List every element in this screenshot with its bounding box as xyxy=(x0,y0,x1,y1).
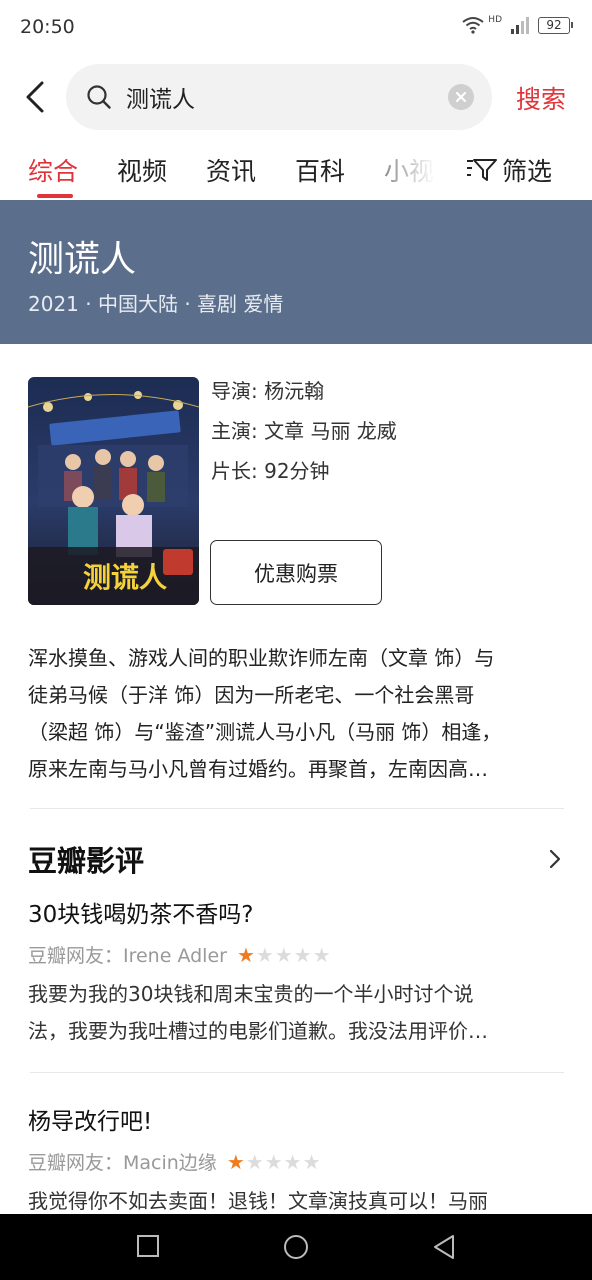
buy-ticket-button[interactable]: 优惠购票 xyxy=(210,540,382,605)
system-nav-bar xyxy=(0,1214,592,1280)
star-icon: ★ xyxy=(312,942,331,967)
synopsis-line: 浑水摸鱼、游戏人间的职业欺诈师左南（文章 饰）与 xyxy=(28,646,495,670)
movie-poster[interactable]: 测谎人 xyxy=(28,377,199,605)
tab-video[interactable]: 视频 xyxy=(117,152,167,188)
filter-icon xyxy=(467,159,497,181)
star-icon: ★ xyxy=(302,1149,321,1174)
tab-small-video[interactable]: 小视 xyxy=(376,140,446,200)
duration-info: 片长: 92分钟 xyxy=(211,459,330,483)
review-author: 豆瓣网友：Irene Adler xyxy=(28,945,227,967)
category-tabs: 综合 视频 资讯 百科 小视 筛选 xyxy=(0,140,592,200)
movie-header-banner: 测谎人 2021 · 中国大陆 · 喜剧 爱情 xyxy=(0,200,592,344)
tab-news[interactable]: 资讯 xyxy=(206,152,256,188)
home-icon[interactable] xyxy=(283,1234,309,1260)
review-title: 杨导改行吧! xyxy=(28,1109,153,1135)
star-rating: ★ ★ ★ ★ ★ xyxy=(237,943,331,967)
synopsis-line: （梁超 饰）与“鉴渣”测谎人马小凡（马丽 饰）相逢， xyxy=(28,720,502,744)
divider xyxy=(30,1072,564,1073)
search-box[interactable] xyxy=(66,64,492,130)
filter-label: 筛选 xyxy=(502,157,553,186)
battery-icon: 92 xyxy=(538,16,573,34)
filter-button[interactable]: 筛选 xyxy=(466,152,552,188)
movie-meta: 2021 · 中国大陆 · 喜剧 爱情 xyxy=(28,292,284,316)
tab-small-video-label: 小视 xyxy=(384,157,435,186)
review-body-line: 我要为我的30块钱和周末宝贵的一个半小时讨个说 xyxy=(28,982,474,1006)
search-icon xyxy=(87,85,111,109)
star-icon: ★ xyxy=(226,1149,245,1174)
status-bar: 20:50 HD 92 xyxy=(0,0,592,56)
star-icon: ★ xyxy=(264,1149,283,1174)
clear-search-icon[interactable] xyxy=(448,84,474,110)
movie-synopsis[interactable]: 浑水摸鱼、游戏人间的职业欺诈师左南（文章 饰）与 徒弟马候（于洋 饰）因为一所老… xyxy=(28,640,568,788)
search-button[interactable]: 搜索 xyxy=(516,80,566,116)
review-meta: 豆瓣网友：Irene Adler ★ ★ ★ ★ ★ xyxy=(28,941,568,968)
signal-icon xyxy=(511,17,529,34)
poster-title-text: 测谎人 xyxy=(83,561,167,594)
tab-comprehensive[interactable]: 综合 xyxy=(28,152,78,188)
review-item[interactable]: 杨导改行吧! 豆瓣网友：Macin边缘 ★ ★ ★ ★ ★ 我觉得你不如去卖面！… xyxy=(28,1102,568,1220)
director-info: 导演: 杨沅翰 xyxy=(211,379,325,403)
status-icons: HD 92 xyxy=(462,15,573,34)
search-input[interactable] xyxy=(126,77,436,117)
review-body-line: 法，我要为我吐槽过的电影们道歉。我没法用评价… xyxy=(28,1019,488,1043)
divider xyxy=(30,808,564,809)
star-icon: ★ xyxy=(274,942,293,967)
chevron-right-icon[interactable] xyxy=(546,848,564,870)
review-author: 豆瓣网友：Macin边缘 xyxy=(28,1152,217,1174)
status-time: 20:50 xyxy=(20,16,75,38)
tab-encyclopedia[interactable]: 百科 xyxy=(295,152,345,188)
star-icon: ★ xyxy=(245,1149,264,1174)
star-rating: ★ ★ ★ ★ ★ xyxy=(227,1150,321,1174)
search-row: 搜索 xyxy=(0,64,592,130)
back-icon[interactable] xyxy=(432,1234,456,1260)
review-body: 我要为我的30块钱和周末宝贵的一个半小时讨个说 法，我要为我吐槽过的电影们道歉。… xyxy=(28,976,568,1050)
cast-info: 主演: 文章 马丽 龙威 xyxy=(211,419,397,443)
movie-title: 测谎人 xyxy=(28,239,137,280)
star-icon: ★ xyxy=(236,942,255,967)
back-arrow-icon[interactable] xyxy=(22,80,52,114)
synopsis-line: 原来左南与马小凡曾有过婚约。再聚首，左南因高… xyxy=(28,757,488,781)
active-tab-indicator xyxy=(37,194,73,198)
review-title: 30块钱喝奶茶不香吗? xyxy=(28,902,254,928)
star-icon: ★ xyxy=(255,942,274,967)
synopsis-line: 徒弟马候（于洋 饰）因为一所老宅、一个社会黑哥 xyxy=(28,683,475,707)
reviews-section-title: 豆瓣影评 xyxy=(28,844,145,878)
review-meta: 豆瓣网友：Macin边缘 ★ ★ ★ ★ ★ xyxy=(28,1148,568,1175)
recent-apps-icon[interactable] xyxy=(136,1234,160,1258)
review-item[interactable]: 30块钱喝奶茶不香吗? 豆瓣网友：Irene Adler ★ ★ ★ ★ ★ 我… xyxy=(28,895,568,1050)
star-icon: ★ xyxy=(283,1149,302,1174)
hd-badge: HD xyxy=(488,15,502,25)
star-icon: ★ xyxy=(293,942,312,967)
wifi-icon xyxy=(462,17,484,34)
